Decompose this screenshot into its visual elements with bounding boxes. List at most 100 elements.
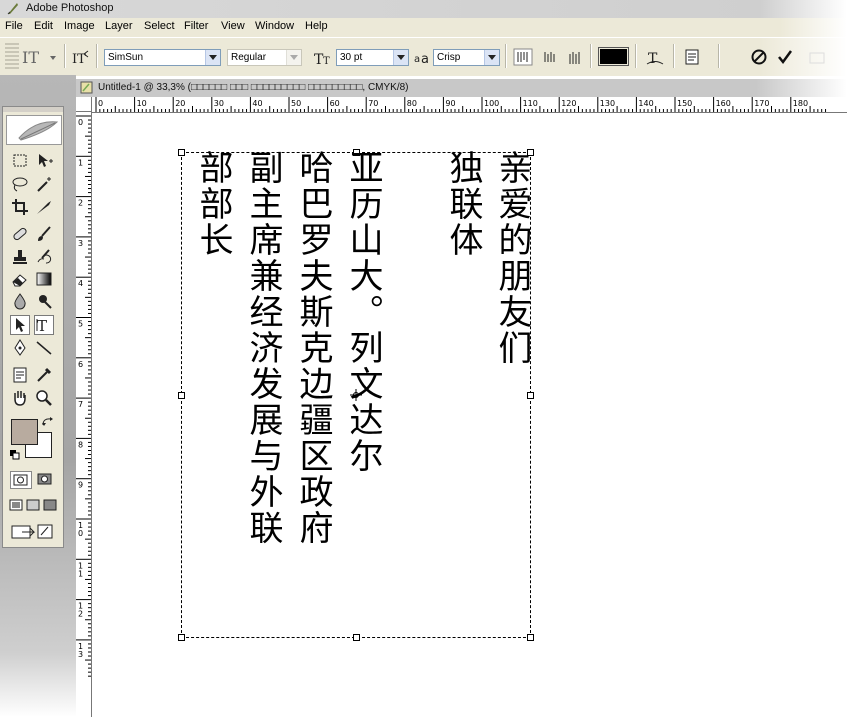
zoom-tool[interactable] — [34, 388, 54, 408]
default-colors-icon[interactable] — [9, 449, 21, 461]
standard-screen-mode[interactable] — [8, 497, 24, 513]
blur-tool[interactable] — [10, 291, 30, 311]
svg-text:T: T — [37, 317, 47, 334]
resize-handle-bottom-right[interactable] — [527, 634, 534, 641]
menu-window[interactable]: Window — [252, 20, 297, 32]
full-screen-menu-mode[interactable] — [25, 497, 41, 513]
menu-image[interactable]: Image — [61, 20, 98, 32]
move-tool[interactable] — [34, 151, 54, 171]
crop-tool[interactable] — [10, 197, 30, 217]
path-selection-tool[interactable] — [10, 315, 30, 335]
palettes-toggle-icon[interactable] — [682, 47, 702, 67]
text-column[interactable]: 副主席兼经济发展与外联 — [243, 150, 286, 546]
align-right-icon[interactable] — [565, 48, 585, 66]
chevron-down-icon — [484, 50, 499, 65]
menu-help[interactable]: Help — [302, 20, 331, 32]
slice-tool[interactable] — [34, 197, 54, 217]
clone-stamp-tool[interactable] — [10, 247, 30, 267]
commit-edits-icon[interactable] — [775, 47, 795, 67]
cancel-edits-icon[interactable] — [749, 47, 769, 67]
healing-brush-tool[interactable] — [10, 224, 30, 244]
ruler-label: 130 — [600, 99, 615, 108]
menu-filter[interactable]: Filter — [181, 20, 211, 32]
move-icon — [39, 154, 53, 167]
ruler-label: 60 — [330, 99, 340, 108]
ruler-label: 20 — [175, 99, 185, 108]
text-column[interactable]: 部部长 — [193, 150, 236, 258]
text-column[interactable]: 亚历山大。列文达尔 — [343, 150, 386, 474]
quick-mask-mode-button[interactable] — [34, 471, 56, 489]
pen-tool[interactable] — [10, 338, 30, 358]
dodge-tool[interactable] — [34, 291, 54, 311]
menu-select[interactable]: Select — [141, 20, 178, 32]
ruler-label: 140 — [638, 99, 653, 108]
magic-wand-tool[interactable] — [34, 174, 54, 194]
ruler-label: 110 — [523, 99, 538, 108]
jump-to-imageready-button[interactable] — [8, 521, 58, 541]
font-family-select[interactable]: SimSun — [104, 49, 221, 66]
type-tool[interactable]: T — [34, 315, 54, 335]
text-column[interactable]: 哈巴罗夫斯克边疆区政府 — [293, 150, 336, 546]
hand-tool[interactable] — [10, 388, 30, 408]
ruler-label: 150 — [677, 99, 692, 108]
adobe-online-button[interactable] — [6, 115, 62, 145]
resize-handle-middle-left[interactable] — [178, 392, 185, 399]
font-size-select[interactable]: 30 pt — [336, 49, 409, 66]
text-column[interactable]: 亲爱的朋友们 — [492, 150, 535, 366]
svg-text:a: a — [414, 54, 420, 65]
ruler-label: 170 — [754, 99, 769, 108]
dodge-icon — [39, 295, 52, 309]
toolbox-grip[interactable] — [3, 107, 63, 112]
gradient-tool[interactable] — [34, 269, 54, 289]
vertical-ruler[interactable]: 012345678910111213 — [76, 112, 92, 717]
resize-handle-middle-right[interactable] — [527, 392, 534, 399]
resize-handle-bottom-center[interactable] — [353, 634, 360, 641]
lasso-tool[interactable] — [10, 174, 30, 194]
resize-handle-top-left[interactable] — [178, 149, 185, 156]
menu-view[interactable]: View — [218, 20, 248, 32]
resize-handle-bottom-left[interactable] — [178, 634, 185, 641]
document-icon — [80, 81, 93, 94]
notes-tool[interactable] — [10, 365, 30, 385]
screen-mode-menu-icon — [26, 499, 40, 511]
options-bar: IT IT SimSun Regular T T 30 pt a a Crisp — [0, 37, 847, 76]
magnifier-icon — [36, 390, 52, 406]
align-center-icon[interactable] — [540, 48, 560, 66]
standard-mode-icon — [13, 474, 28, 486]
brush-tool[interactable] — [34, 224, 54, 244]
antialias-select[interactable]: Crisp — [433, 49, 500, 66]
standard-mode-button[interactable] — [10, 471, 32, 489]
palette-well-icon[interactable] — [806, 47, 828, 67]
line-tool[interactable] — [34, 338, 54, 358]
ruler-label: 1 — [78, 569, 83, 578]
full-screen-mode[interactable] — [42, 497, 58, 513]
menu-file[interactable]: File — [2, 20, 26, 32]
font-style-select[interactable]: Regular — [227, 49, 302, 66]
photoshop-feather-icon — [7, 3, 18, 15]
align-left-icon[interactable] — [513, 48, 533, 66]
note-icon — [13, 367, 27, 383]
eraser-tool[interactable] — [10, 269, 30, 289]
text-color-fill — [600, 49, 627, 64]
font-style-value: Regular — [231, 52, 267, 63]
text-column[interactable]: 独联体 — [443, 150, 486, 258]
menu-layer[interactable]: Layer — [102, 20, 136, 32]
ruler-label: 180 — [793, 99, 808, 108]
warp-text-icon[interactable]: T — [644, 47, 666, 67]
svg-text:T: T — [323, 56, 330, 67]
eraser-icon — [12, 274, 27, 287]
document-title-bar[interactable]: Untitled-1 @ 33,3% (□□□□□□ □□□ □□□□□□□□□… — [76, 79, 847, 97]
marquee-tool[interactable] — [10, 151, 30, 171]
swap-colors-icon[interactable] — [41, 416, 55, 428]
document-title: Untitled-1 @ 33,3% (□□□□□□ □□□ □□□□□□□□□… — [98, 82, 409, 93]
menu-edit[interactable]: Edit — [31, 20, 56, 32]
horizontal-ruler-ticks: 0 10 20 30 40 50 60 70 80 90 100 110 120 130 140 150 160… — [95, 97, 827, 112]
tool-preset-picker[interactable]: IT — [20, 47, 60, 67]
horizontal-ruler[interactable]: 0 10 20 30 40 50 60 70 80 90 100 110 120 130 140 150 160… — [92, 97, 847, 113]
text-color-swatch[interactable] — [598, 47, 629, 66]
ruler-origin[interactable] — [76, 97, 92, 112]
toggle-text-orientation-icon[interactable]: IT — [70, 48, 90, 66]
history-brush-tool[interactable] — [34, 247, 54, 267]
options-bar-grip[interactable] — [5, 43, 19, 71]
eyedropper-tool[interactable] — [34, 365, 54, 385]
